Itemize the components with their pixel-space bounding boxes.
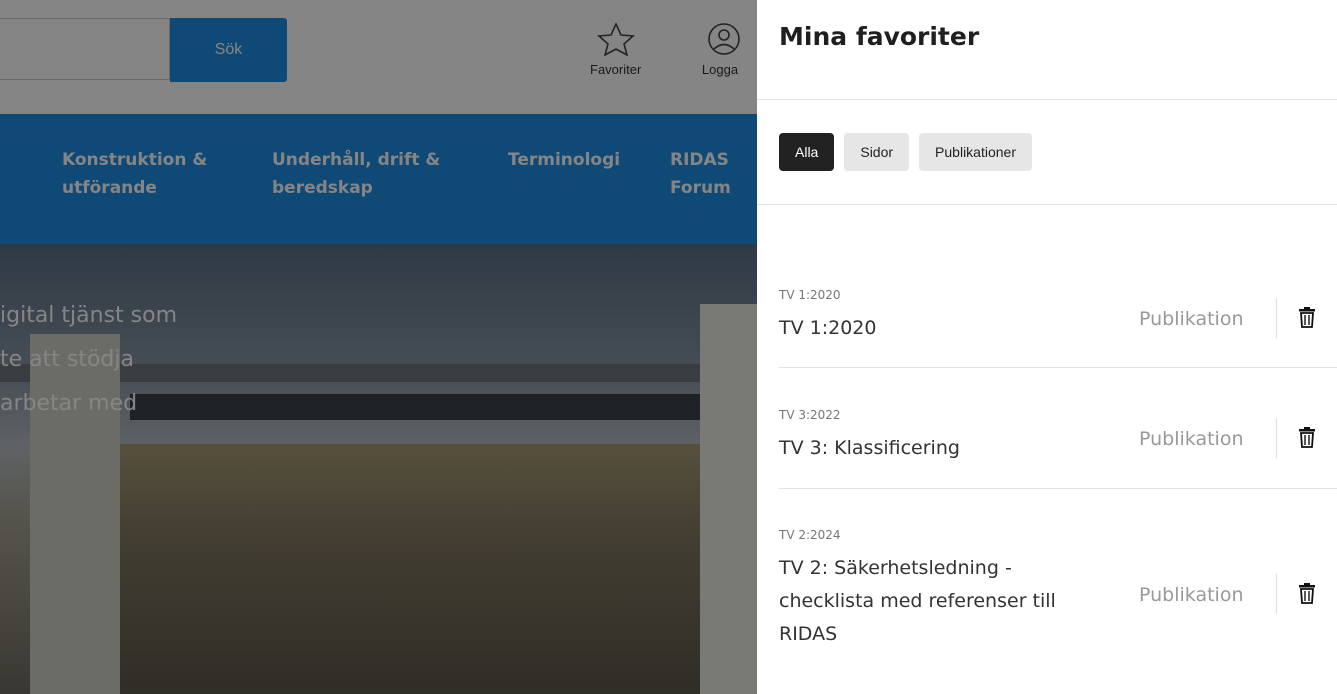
divider xyxy=(757,204,1337,205)
trash-icon[interactable] xyxy=(1296,306,1318,328)
row-divider xyxy=(779,488,1337,489)
item-title[interactable]: TV 1:2020 xyxy=(779,312,1079,345)
trash-icon[interactable] xyxy=(1296,582,1318,604)
item-title[interactable]: TV 3: Klassificering xyxy=(779,432,1079,465)
divider xyxy=(757,99,1337,100)
item-code: TV 1:2020 xyxy=(779,288,841,302)
background-site: Sök Favoriter Logga Konstruktion & utför… xyxy=(0,0,757,694)
item-divider xyxy=(1276,574,1277,614)
item-code: TV 3:2022 xyxy=(779,408,841,422)
favorite-item[interactable]: TV 3:2022 TV 3: Klassificering Publikati… xyxy=(779,408,1337,489)
favorites-panel: Mina favoriter Alla Sidor Publikationer … xyxy=(757,0,1337,694)
filter-publications[interactable]: Publikationer xyxy=(919,133,1032,171)
item-type: Publikation xyxy=(1139,308,1244,330)
item-type: Publikation xyxy=(1139,584,1244,606)
item-type: Publikation xyxy=(1139,428,1244,450)
item-divider xyxy=(1276,298,1277,338)
item-divider xyxy=(1276,418,1277,458)
row-divider xyxy=(779,367,1337,368)
trash-icon[interactable] xyxy=(1296,426,1318,448)
favorite-item[interactable]: TV 1:2020 TV 1:2020 Publikation xyxy=(779,288,1337,368)
favorite-item[interactable]: TV 2:2024 TV 2: Säkerhetsledning - check… xyxy=(779,528,1337,651)
modal-overlay[interactable] xyxy=(0,0,757,694)
filter-all[interactable]: Alla xyxy=(779,133,835,171)
item-title[interactable]: TV 2: Säkerhetsledning - checklista med … xyxy=(779,552,1079,651)
filter-chips: Alla Sidor Publikationer xyxy=(779,133,1032,171)
panel-title: Mina favoriter xyxy=(779,22,980,51)
filter-pages[interactable]: Sidor xyxy=(844,133,910,171)
item-code: TV 2:2024 xyxy=(779,528,841,542)
